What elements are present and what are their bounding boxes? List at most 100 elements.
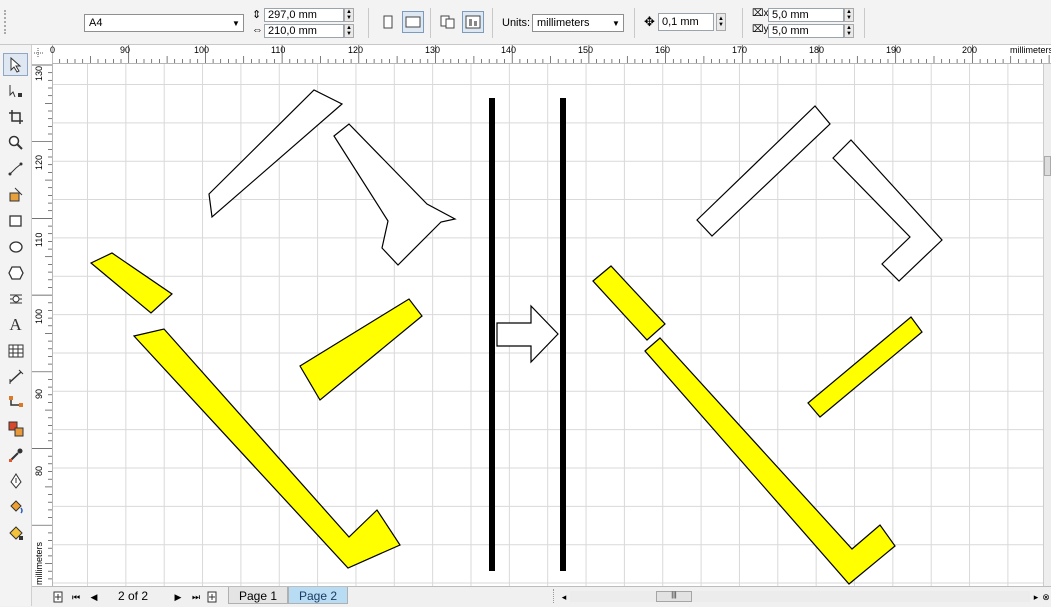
first-page-icon: ⏮ — [71, 591, 81, 602]
units-dropdown[interactable]: millimeters ▼ — [532, 14, 624, 32]
ruler-tick-label: 90 — [34, 388, 44, 399]
duplicate-y-spinner[interactable]: ▲ ▼ — [844, 24, 854, 38]
ruler-tick-label: 90 — [120, 45, 131, 55]
scroll-thumb[interactable]: ||| — [656, 591, 692, 602]
ruler-tick-label: 130 — [34, 65, 44, 81]
previous-page-button[interactable]: ◀ — [88, 590, 100, 604]
horizontal-ruler[interactable]: 0 90 100 110 120 130 140 150 160 170 180… — [50, 45, 1051, 64]
zoom-navigator-button[interactable]: ⊗ — [1040, 590, 1051, 604]
next-page-button[interactable]: ▶ — [172, 590, 184, 604]
vertical-rule-left — [489, 98, 495, 571]
portrait-icon — [383, 15, 393, 29]
page-width-spinner[interactable]: ▲ ▼ — [344, 8, 354, 22]
property-bar: A4 ▼ ⇕ 297,0 mm ▲ ▼ ⇔ 210,0 mm ▲ ▼ Units: … — [0, 0, 1051, 45]
text-a-icon: A — [9, 314, 22, 334]
add-page-after-button[interactable] — [206, 590, 218, 604]
ellipse-tool[interactable] — [3, 235, 28, 258]
ruler-unit-label: millimeters — [34, 541, 44, 585]
landscape-button[interactable] — [402, 11, 424, 33]
interactive-fill-icon — [8, 525, 23, 540]
duplicate-y-field[interactable]: 5,0 mm — [768, 24, 844, 38]
separator — [430, 8, 431, 38]
smart-fill-icon — [9, 187, 22, 201]
paper-size-dropdown[interactable]: A4 ▼ — [84, 14, 244, 32]
yellow-shape-wedge[interactable] — [299, 298, 423, 401]
scroll-left-button[interactable]: ◂ — [558, 590, 570, 604]
smart-fill-tool[interactable] — [3, 183, 28, 206]
yellow-shape-bar-right[interactable] — [807, 316, 923, 418]
eyedropper-tool[interactable] — [3, 443, 28, 466]
freehand-icon — [8, 162, 22, 175]
vertical-rule-right — [560, 98, 566, 571]
outline-shape-right-bracket[interactable] — [832, 139, 943, 282]
pen-nib-icon — [9, 472, 22, 489]
horizontal-scrollbar[interactable]: ||| — [570, 591, 1030, 602]
portrait-button[interactable] — [377, 11, 399, 33]
page-tab-2[interactable]: Page 2 — [288, 587, 349, 604]
chevron-down-icon: ▼ — [232, 18, 240, 28]
table-icon — [8, 344, 23, 357]
grip-handle[interactable] — [4, 10, 9, 34]
scroll-thumb[interactable] — [1044, 156, 1051, 176]
current-page-icon — [465, 15, 481, 29]
tab-splitter[interactable] — [553, 589, 555, 603]
text-tool[interactable]: A — [3, 313, 28, 336]
outline-shape-left-bar[interactable] — [208, 89, 344, 219]
eyedropper-icon — [8, 448, 22, 462]
page-height-icon: ⇔ — [252, 24, 263, 36]
page-height-spinner[interactable]: ▲ ▼ — [344, 24, 354, 38]
separator — [368, 8, 369, 38]
duplicate-x-field[interactable]: 5,0 mm — [768, 8, 844, 22]
page-height-field[interactable]: 210,0 mm — [264, 24, 344, 38]
ruler-tick-label: 110 — [271, 45, 286, 55]
chevron-down-icon: ▼ — [612, 18, 620, 28]
ellipse-icon — [8, 240, 23, 253]
vertical-ruler[interactable]: 130 120 110 100 90 80 millimeters — [32, 63, 53, 586]
nudge-spinner[interactable]: ▲ ▼ — [716, 13, 726, 31]
crop-tool[interactable] — [3, 105, 28, 128]
current-page-button[interactable] — [462, 11, 484, 33]
ruler-tick-label: 100 — [194, 45, 210, 55]
dimension-tool[interactable] — [3, 365, 28, 388]
triangle-right-icon: ▸ — [1033, 591, 1039, 602]
zoom-tool[interactable] — [3, 131, 28, 154]
vertical-scrollbar[interactable] — [1043, 64, 1051, 586]
hexagon-icon — [7, 265, 24, 280]
interactive-fill-tool[interactable] — [3, 521, 28, 544]
units-value: millimeters — [537, 17, 590, 29]
last-page-button[interactable]: ⏭ — [190, 590, 202, 604]
triangle-left-icon: ◂ — [561, 591, 567, 602]
blend-tool[interactable] — [3, 417, 28, 440]
outline-tool[interactable] — [3, 469, 28, 492]
rectangle-icon — [8, 214, 22, 227]
yellow-shape-small-left[interactable] — [89, 252, 173, 314]
all-pages-button[interactable] — [437, 11, 459, 33]
rectangle-tool[interactable] — [3, 209, 28, 232]
shape-tool[interactable] — [3, 79, 28, 102]
pick-tool[interactable] — [3, 53, 28, 76]
page-tab-1[interactable]: Page 1 — [228, 587, 289, 604]
add-page-before-button[interactable] — [52, 590, 64, 604]
ruler-tick-label: 0 — [50, 45, 56, 55]
drawing-canvas[interactable] — [53, 64, 1043, 586]
nudge-distance-field[interactable]: 0,1 mm — [658, 13, 714, 31]
first-page-button[interactable]: ⏮ — [70, 590, 82, 604]
duplicate-y-icon: ⌧y — [752, 24, 769, 35]
separator — [634, 8, 635, 38]
duplicate-x-spinner[interactable]: ▲ ▼ — [844, 8, 854, 22]
freehand-tool[interactable] — [3, 157, 28, 180]
all-pages-icon — [440, 15, 455, 29]
table-tool[interactable] — [3, 339, 28, 362]
right-arrow-shape[interactable] — [496, 304, 559, 364]
fill-tool[interactable] — [3, 495, 28, 518]
basic-shapes-tool[interactable] — [3, 287, 28, 310]
polygon-tool[interactable] — [3, 261, 28, 284]
yellow-shape-small-right[interactable] — [592, 265, 666, 341]
dimension-icon — [8, 369, 23, 384]
separator — [492, 8, 493, 38]
separator — [742, 8, 743, 38]
outline-shape-left-bracket[interactable] — [333, 123, 457, 266]
page-width-field[interactable]: 297,0 mm — [264, 8, 344, 22]
outline-shape-right-bar[interactable] — [696, 105, 831, 237]
connector-tool[interactable] — [3, 391, 28, 414]
